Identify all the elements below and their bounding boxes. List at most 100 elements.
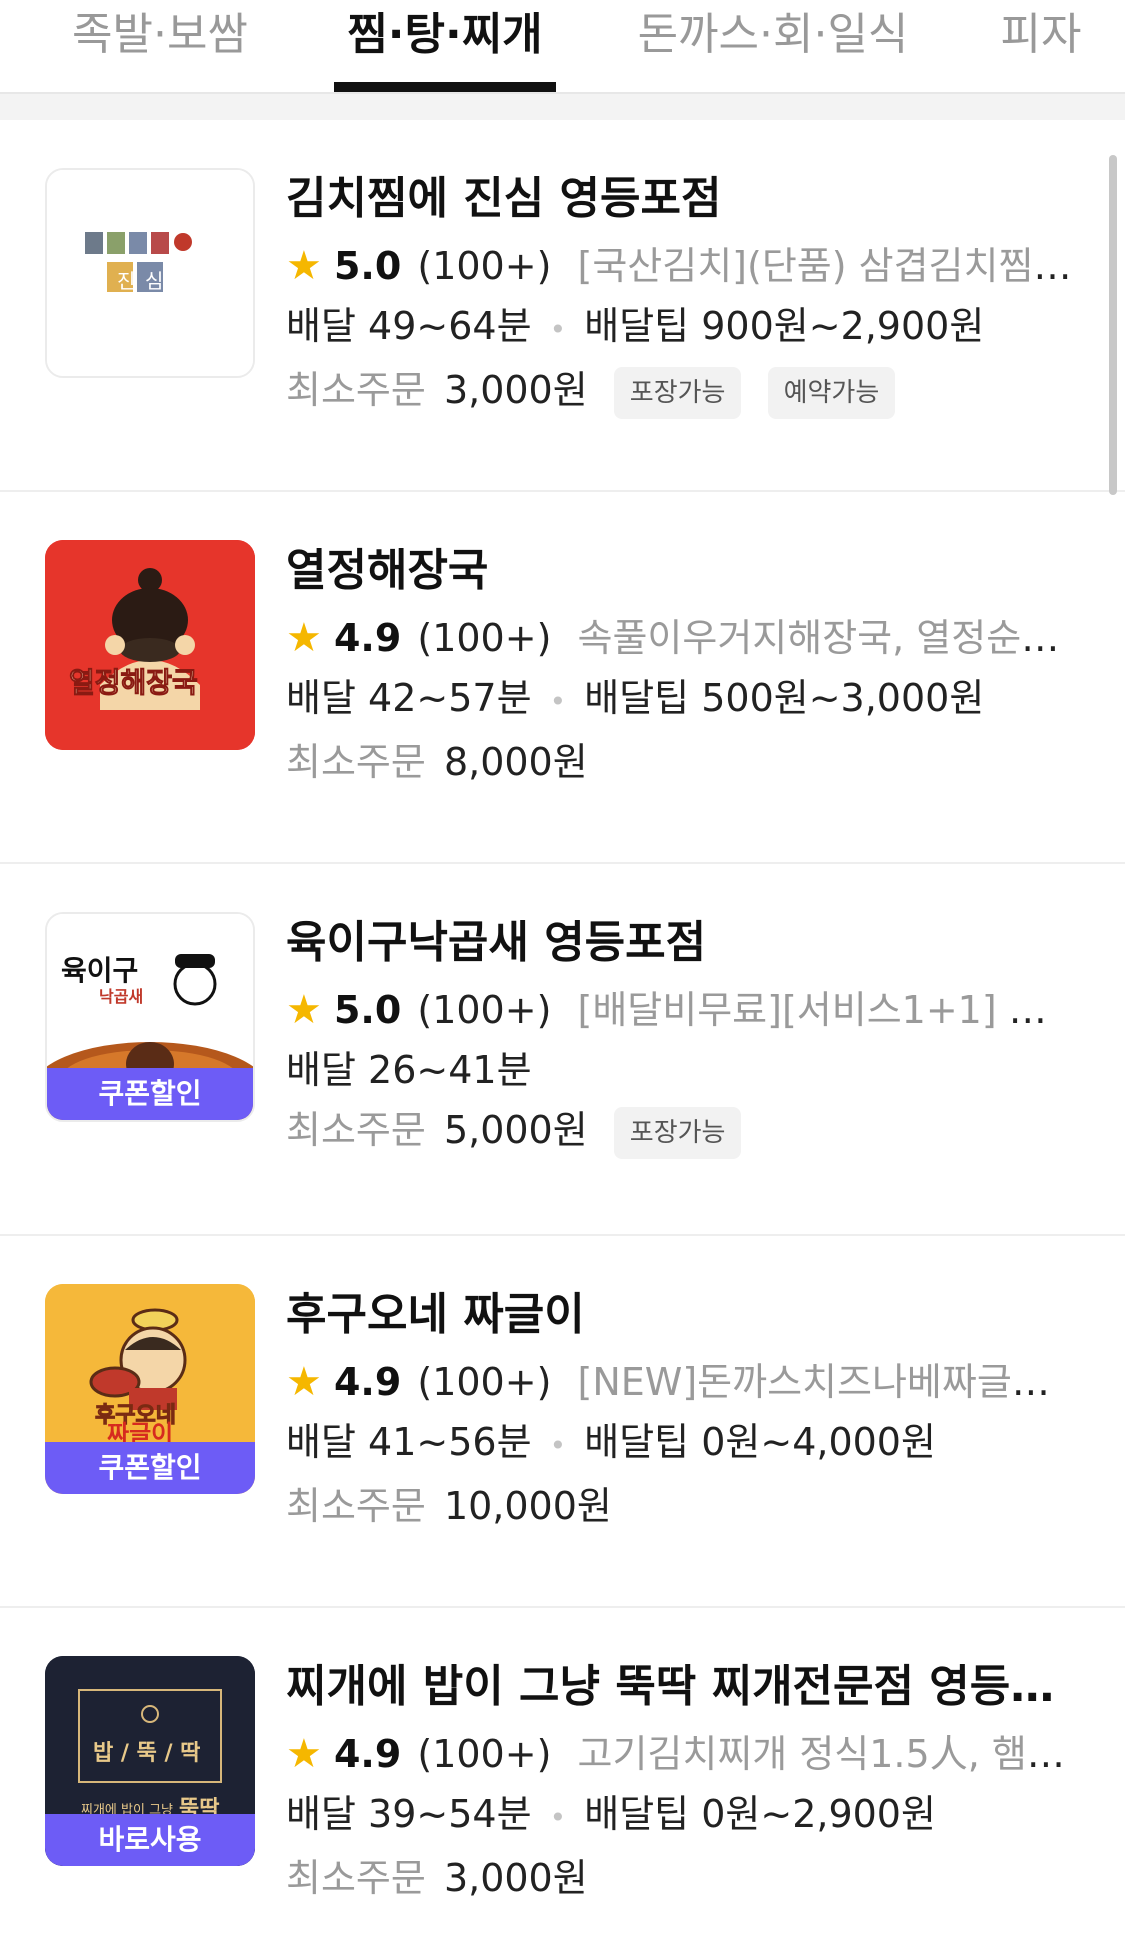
dot-separator: • bbox=[549, 1801, 567, 1834]
section-gap bbox=[0, 94, 1125, 120]
min-order-label: 최소주문 bbox=[286, 1856, 426, 1900]
category-tabs: 족발·보쌈 찜·탕·찌개 돈까스·회·일식 피자 bbox=[0, 0, 1125, 94]
store-name: 찌개에 밥이 그냥 뚝딱 찌개전문점 영등포점 bbox=[286, 1661, 1075, 1712]
tab-pizza[interactable]: 피자 bbox=[996, 0, 1086, 92]
delivery-label: 배달 bbox=[286, 1420, 356, 1464]
delivery-time: 26~41분 bbox=[368, 1048, 532, 1092]
star-icon: ★ bbox=[286, 1731, 322, 1777]
tag-takeout: 포장가능 bbox=[613, 366, 742, 419]
logo-lettering: 심 bbox=[145, 269, 163, 293]
tab-label: 돈까스·회·일식 bbox=[637, 9, 909, 60]
tag-takeout: 포장가능 bbox=[613, 1106, 742, 1159]
tab-label: 피자 bbox=[1000, 9, 1082, 60]
menu-preview: [NEW]돈까스치즈나베짜글이, 짜글이 bbox=[577, 1360, 1076, 1404]
store-list-screen: 족발·보쌈 찜·탕·찌개 돈까스·회·일식 피자 진 심 김치찜에 진심 영등포… bbox=[0, 0, 1125, 1950]
scrollbar[interactable] bbox=[1109, 155, 1117, 495]
min-order-row: 최소주문 8,000원 bbox=[286, 732, 1075, 792]
min-order-value: 3,000원 bbox=[443, 368, 588, 412]
menu-preview: [국산김치](단품) 삼겹김치찜, 목살김치찜 bbox=[577, 244, 1076, 288]
tip-label: 배달팁 bbox=[584, 676, 690, 720]
rating-value: 5.0 bbox=[333, 988, 402, 1032]
logo-lettering: 열정해장국 bbox=[69, 666, 198, 699]
store-item-ttukttak-jjigae[interactable]: 밥 / 뚝 / 딱 찌개에 밥이 그냥 뚝딱 바로사용 찌개에 밥이 그냥 뚝딱… bbox=[0, 1608, 1125, 1950]
store-info: 후구오네 짜글이 ★ 4.9 (100+) [NEW]돈까스치즈나베짜글이, 짜… bbox=[286, 1284, 1075, 1536]
store-logo: 열정해장국 bbox=[45, 540, 255, 750]
logo-lettering: 낙곱새 bbox=[99, 987, 143, 1006]
min-order-value: 8,000원 bbox=[443, 740, 588, 784]
store-name: 김치찜에 진심 영등포점 bbox=[286, 173, 722, 224]
rating-value: 4.9 bbox=[333, 616, 402, 660]
rating-row: ★ 4.9 (100+) 속풀이우거지해장국, 열정순대국밥 bbox=[286, 608, 1075, 668]
tab-jokbal-bossam[interactable]: 족발·보쌈 bbox=[60, 0, 260, 92]
delivery-label: 배달 bbox=[286, 676, 356, 720]
review-count: (100+) bbox=[417, 1360, 552, 1404]
delivery-row: 배달 42~57분 • 배달팁 500원~3,000원 bbox=[286, 668, 1075, 732]
store-item-yukigu-nakgopsae[interactable]: 육이구 낙곱새 쿠폰할인 육이구낙곱새 영등포점 ★ 5.0 (100+) [배… bbox=[0, 864, 1125, 1236]
min-order-label: 최소주문 bbox=[286, 1484, 426, 1528]
delivery-tip: 0원~4,000원 bbox=[701, 1420, 936, 1464]
min-order-row: 최소주문 3,000원 포장가능 예약가능 bbox=[286, 360, 1075, 420]
delivery-time: 42~57분 bbox=[368, 676, 532, 720]
delivery-time: 49~64분 bbox=[368, 304, 532, 348]
store-name: 육이구낙곱새 영등포점 bbox=[286, 917, 707, 968]
coupon-badge: 쿠폰할인 bbox=[45, 1442, 255, 1494]
store-item-kimchijjim[interactable]: 진 심 김치찜에 진심 영등포점 ★ 5.0 (100+) [국산김치](단품)… bbox=[0, 120, 1125, 492]
store-logo: 밥 / 뚝 / 딱 찌개에 밥이 그냥 뚝딱 바로사용 bbox=[45, 1656, 255, 1866]
tip-label: 배달팁 bbox=[584, 1420, 690, 1464]
delivery-tip: 900원~2,900원 bbox=[701, 304, 985, 348]
delivery-row: 배달 26~41분 bbox=[286, 1040, 1075, 1100]
store-info: 김치찜에 진심 영등포점 ★ 5.0 (100+) [국산김치](단품) 삼겹김… bbox=[286, 168, 1075, 420]
min-order-row: 최소주문 5,000원 포장가능 bbox=[286, 1100, 1075, 1160]
tip-label: 배달팁 bbox=[584, 304, 690, 348]
dot-separator: • bbox=[549, 685, 567, 718]
min-order-value: 5,000원 bbox=[443, 1108, 588, 1152]
delivery-label: 배달 bbox=[286, 1048, 356, 1092]
kimchijjim-logo-image: 진 심 bbox=[47, 170, 253, 376]
delivery-row: 배달 49~64분 • 배달팁 900원~2,900원 bbox=[286, 296, 1075, 360]
store-info: 열정해장국 ★ 4.9 (100+) 속풀이우거지해장국, 열정순대국밥 배달 … bbox=[286, 540, 1075, 792]
logo-lettering: 육이구 bbox=[61, 954, 138, 987]
review-count: (100+) bbox=[417, 244, 552, 288]
min-order-label: 최소주문 bbox=[286, 368, 426, 412]
active-tab-indicator bbox=[334, 82, 556, 92]
tab-label: 족발·보쌈 bbox=[72, 9, 248, 60]
store-info: 육이구낙곱새 영등포점 ★ 5.0 (100+) [배달비무료][서비스1+1]… bbox=[286, 912, 1075, 1160]
store-logo: 후구오네 짜글이 쿠폰할인 bbox=[45, 1284, 255, 1494]
star-icon: ★ bbox=[286, 1359, 322, 1405]
store-info: 찌개에 밥이 그냥 뚝딱 찌개전문점 영등포점 ★ 4.9 (100+) 고기김… bbox=[286, 1656, 1075, 1908]
star-icon: ★ bbox=[286, 987, 322, 1033]
delivery-row: 배달 39~54분 • 배달팁 0원~2,900원 bbox=[286, 1784, 1075, 1848]
tab-label: 찜·탕·찌개 bbox=[347, 9, 543, 60]
store-logo: 육이구 낙곱새 쿠폰할인 bbox=[45, 912, 255, 1122]
min-order-label: 최소주문 bbox=[286, 740, 426, 784]
delivery-label: 배달 bbox=[286, 304, 356, 348]
star-icon: ★ bbox=[286, 615, 322, 661]
star-icon: ★ bbox=[286, 243, 322, 289]
logo-lettering: 밥 / 뚝 / 딱 bbox=[93, 1741, 200, 1766]
rating-row: ★ 5.0 (100+) [배달비무료][서비스1+1] 낙곱새 bbox=[286, 980, 1075, 1040]
min-order-label: 최소주문 bbox=[286, 1108, 426, 1152]
store-list: 진 심 김치찜에 진심 영등포점 ★ 5.0 (100+) [국산김치](단품)… bbox=[0, 120, 1125, 1950]
menu-preview: [배달비무료][서비스1+1] 낙곱새 bbox=[577, 988, 1076, 1032]
menu-preview: 속풀이우거지해장국, 열정순대국밥 bbox=[577, 616, 1076, 660]
coupon-badge: 쿠폰할인 bbox=[47, 1068, 253, 1120]
tab-donkatsu-hoe-ilsik[interactable]: 돈까스·회·일식 bbox=[630, 0, 916, 92]
dot-separator: • bbox=[549, 1429, 567, 1462]
min-order-value: 10,000원 bbox=[443, 1484, 612, 1528]
delivery-label: 배달 bbox=[286, 1792, 356, 1836]
review-count: (100+) bbox=[417, 988, 552, 1032]
review-count: (100+) bbox=[417, 616, 552, 660]
rating-row: ★ 4.9 (100+) [NEW]돈까스치즈나베짜글이, 짜글이 bbox=[286, 1352, 1075, 1412]
tab-jjim-tang-jjigae[interactable]: 찜·탕·찌개 bbox=[334, 0, 556, 92]
haejangguk-logo-image: 열정해장국 bbox=[45, 540, 255, 750]
delivery-row: 배달 41~56분 • 배달팁 0원~4,000원 bbox=[286, 1412, 1075, 1476]
min-order-row: 최소주문 10,000원 bbox=[286, 1476, 1075, 1536]
store-name: 후구오네 짜글이 bbox=[286, 1289, 585, 1340]
logo-lettering: 진 bbox=[117, 269, 135, 293]
rating-value: 4.9 bbox=[333, 1732, 402, 1776]
store-item-hugu-jjageuli[interactable]: 후구오네 짜글이 쿠폰할인 후구오네 짜글이 ★ 4.9 (100+) [NEW… bbox=[0, 1236, 1125, 1608]
rating-value: 4.9 bbox=[333, 1360, 402, 1404]
store-item-yeoljeong-haejangguk[interactable]: 열정해장국 열정해장국 ★ 4.9 (100+) 속풀이우거지해장국, 열정순대… bbox=[0, 492, 1125, 864]
tip-label: 배달팁 bbox=[584, 1792, 690, 1836]
min-order-row: 최소주문 3,000원 bbox=[286, 1848, 1075, 1908]
